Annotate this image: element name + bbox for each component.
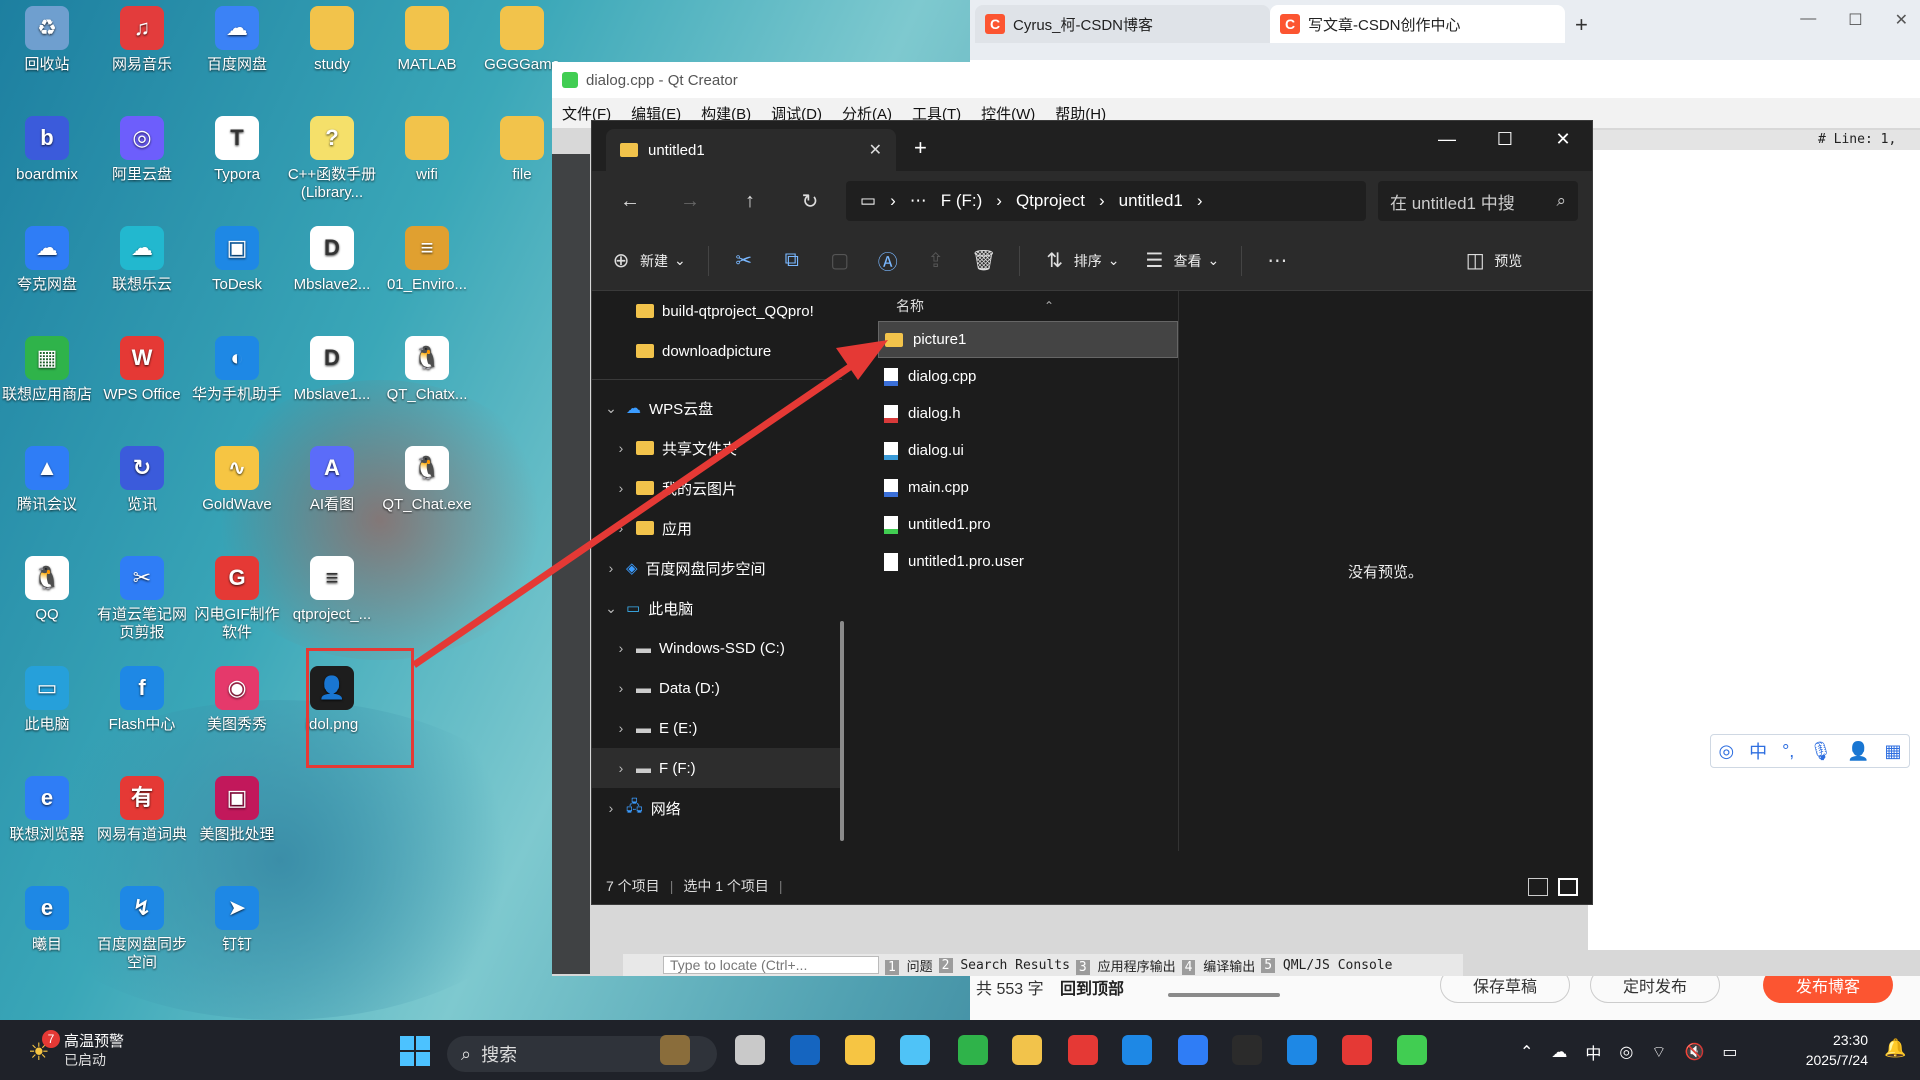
chevron-up-icon[interactable]: ⌃ — [1520, 1042, 1533, 1062]
ifly-tray-icon[interactable]: ◎ — [1619, 1042, 1633, 1062]
weather-title: 高温预警 — [64, 1033, 125, 1050]
wps-icon[interactable] — [1068, 1035, 1098, 1065]
search-placeholder: 搜索 — [481, 1045, 518, 1065]
volume-mute-icon[interactable]: 🔇 — [1684, 1042, 1704, 1062]
weather-badge: 7 — [42, 1030, 60, 1048]
bookshelf-icon[interactable] — [845, 1035, 875, 1065]
ime-chinese-icon[interactable]: 中 — [1749, 738, 1767, 764]
youdao-icon[interactable] — [1342, 1035, 1372, 1065]
lenovo-vantage-icon[interactable] — [790, 1035, 820, 1065]
wechat-icon[interactable] — [958, 1035, 988, 1065]
wifi-icon[interactable]: ⌔ — [1651, 1042, 1666, 1062]
arrow-line — [412, 357, 862, 668]
system-tray: ⌃ ☁ 中 ◎ ⌔ 🔇 ▭ — [1520, 1040, 1737, 1064]
recycle-icon[interactable] — [900, 1035, 930, 1065]
clock-date[interactable]: 2025/7/24 — [1788, 1052, 1868, 1068]
ime-punctuation-icon[interactable]: °, — [1782, 741, 1794, 762]
store-icon[interactable] — [660, 1035, 690, 1065]
weather-subtitle: 已启动 — [64, 1052, 106, 1068]
annotation-arrow — [412, 340, 888, 668]
user-icon[interactable]: 👤 — [1847, 741, 1869, 762]
ifly-logo-icon[interactable]: ◎ — [1718, 741, 1734, 762]
notification-bell-icon[interactable]: 🔔 — [1884, 1038, 1906, 1059]
mx-app-icon[interactable] — [1287, 1035, 1317, 1065]
clock-time[interactable]: 23:30 — [1798, 1032, 1868, 1048]
qt-creator-icon[interactable] — [1397, 1035, 1427, 1065]
ime-toolbar: ◎ 中 °, 🎙 👤 ▦ — [1710, 734, 1910, 768]
cloud-sync-icon[interactable]: ☁ — [1551, 1042, 1567, 1062]
lenovo-browser-icon[interactable] — [1178, 1035, 1208, 1065]
search-icon: ⌕ — [461, 1043, 472, 1064]
apps-grid-icon[interactable]: ▦ — [1884, 741, 1901, 762]
ime-indicator[interactable]: 中 — [1585, 1040, 1601, 1064]
file-explorer-icon[interactable] — [1012, 1035, 1042, 1065]
cube-app-icon[interactable] — [1232, 1035, 1262, 1065]
weather-widget[interactable]: ☀ 7 — [28, 1030, 60, 1066]
edge-icon[interactable] — [1122, 1035, 1152, 1065]
task-view-icon[interactable] — [735, 1035, 765, 1065]
microphone-icon[interactable]: 🎙 — [1809, 741, 1832, 762]
battery-icon[interactable]: ▭ — [1722, 1042, 1737, 1062]
start-button[interactable] — [400, 1036, 430, 1066]
